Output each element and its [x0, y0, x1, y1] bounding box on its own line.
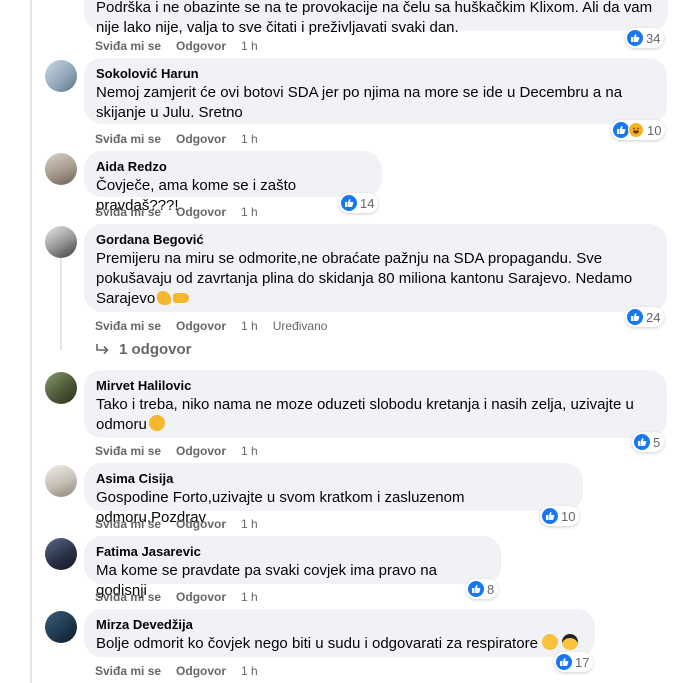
reaction-count[interactable]: 8 — [466, 579, 499, 599]
reply-button[interactable]: Odgovor — [176, 443, 226, 459]
comment-bubble: Fatima Jasarevic Ma kome se pravdate pa … — [84, 536, 501, 599]
comment-bubble: Mirza Devedžija Bolje odmorit ko čovjek … — [84, 609, 595, 657]
timestamp[interactable]: 1 h — [241, 663, 258, 679]
view-replies-link[interactable]: 1 odgovor — [95, 341, 192, 358]
reaction-count[interactable]: 34 — [625, 28, 665, 48]
replies-count-label[interactable]: 1 odgovor — [119, 341, 192, 358]
edited-label[interactable]: Uređivano — [273, 318, 328, 334]
comment-author[interactable]: Gordana Begović — [96, 232, 655, 248]
like-reaction-icon — [468, 581, 484, 597]
reaction-count[interactable]: 17 — [554, 652, 594, 672]
reply-button[interactable]: Odgovor — [176, 204, 226, 220]
avatar[interactable] — [45, 611, 77, 643]
avatar[interactable] — [45, 226, 77, 258]
like-reaction-icon — [556, 654, 572, 670]
comment-bubble: Podrška i ne obazinte se na te provokaci… — [84, 0, 668, 36]
reaction-count[interactable]: 5 — [632, 432, 665, 452]
like-reaction-icon — [634, 434, 650, 450]
like-reaction-icon — [627, 309, 643, 325]
comment-author[interactable]: Sokolović Harun — [96, 66, 655, 82]
avatar[interactable] — [45, 60, 77, 92]
reply-button[interactable]: Odgovor — [176, 516, 226, 532]
comment-bubble: Gordana Begović Premijeru na miru se odm… — [84, 224, 667, 312]
sunglasses-face-emoji — [562, 634, 579, 650]
comment-author[interactable]: Fatima Jasarevic — [96, 544, 489, 560]
like-reaction-icon — [627, 30, 643, 46]
avatar[interactable] — [45, 372, 77, 404]
reply-button[interactable]: Odgovor — [176, 131, 226, 147]
haha-reaction-icon — [628, 122, 644, 138]
comment-author[interactable]: Asima Cisija — [96, 471, 571, 487]
timestamp[interactable]: 1 h — [241, 443, 258, 459]
backhand-index-emoji — [173, 293, 190, 303]
thread-line — [30, 0, 32, 683]
reply-thread-line — [60, 258, 62, 350]
comment-text: Podrška i ne obazinte se na te provokaci… — [96, 0, 653, 16]
comment-author[interactable]: Mirza Devedžija — [96, 617, 583, 633]
comment-text: Nemoj zamjerit će ovi botovi SDA jer po … — [96, 84, 623, 121]
timestamp[interactable]: 1 h — [241, 318, 258, 334]
smirking-face-emoji — [542, 634, 559, 650]
reaction-count[interactable]: 10 — [611, 120, 666, 140]
reply-arrow-icon — [96, 343, 109, 354]
comment-author[interactable]: Mirvet Halilovic — [96, 378, 655, 394]
like-reaction-icon — [341, 195, 357, 211]
reply-button[interactable]: Odgovor — [176, 589, 226, 605]
flexed-biceps-emoji — [157, 291, 172, 305]
like-button[interactable]: Sviđa mi se — [95, 516, 161, 532]
comment-bubble: Aida Redzo Čovječe, ama kome se i zašto … — [84, 151, 382, 214]
like-button[interactable]: Sviđa mi se — [95, 38, 161, 54]
like-button[interactable]: Sviđa mi se — [95, 204, 161, 220]
like-button[interactable]: Sviđa mi se — [95, 131, 161, 147]
reaction-count[interactable]: 10 — [540, 506, 580, 526]
like-reaction-icon — [542, 508, 558, 524]
avatar[interactable] — [45, 465, 77, 497]
timestamp[interactable]: 1 h — [241, 589, 258, 605]
avatar[interactable] — [45, 153, 77, 185]
comment-text: Bolje odmorit ko čovjek nego biti u sudu… — [96, 635, 538, 652]
comment-bubble: Sokolović Harun Nemoj zamjerit će ovi bo… — [84, 58, 667, 124]
avatar[interactable] — [45, 538, 77, 570]
comment-bubble: Mirvet Halilovic Tako i treba, niko nama… — [84, 370, 667, 438]
comment-author[interactable]: Aida Redzo — [96, 159, 370, 175]
reply-button[interactable]: Odgovor — [176, 663, 226, 679]
timestamp[interactable]: 1 h — [241, 516, 258, 532]
reaction-count[interactable]: 24 — [625, 307, 665, 327]
like-button[interactable]: Sviđa mi se — [95, 318, 161, 334]
reply-button[interactable]: Odgovor — [176, 318, 226, 334]
like-button[interactable]: Sviđa mi se — [95, 443, 161, 459]
timestamp[interactable]: 1 h — [241, 131, 258, 147]
timestamp[interactable]: 1 h — [241, 38, 258, 54]
comment-text: Tako i treba, niko nama ne moze oduzeti … — [96, 396, 634, 433]
like-button[interactable]: Sviđa mi se — [95, 589, 161, 605]
reaction-count[interactable]: 14 — [339, 193, 379, 213]
like-reaction-icon — [613, 122, 629, 138]
comment-text: nije lako nije, valja to sve čitati i pr… — [96, 19, 459, 36]
comment-bubble: Asima Cisija Gospodine Forto,uzivajte u … — [84, 463, 583, 526]
timestamp[interactable]: 1 h — [241, 204, 258, 220]
clapping-hands-emoji — [148, 415, 165, 431]
reply-button[interactable]: Odgovor — [176, 38, 226, 54]
like-button[interactable]: Sviđa mi se — [95, 663, 161, 679]
